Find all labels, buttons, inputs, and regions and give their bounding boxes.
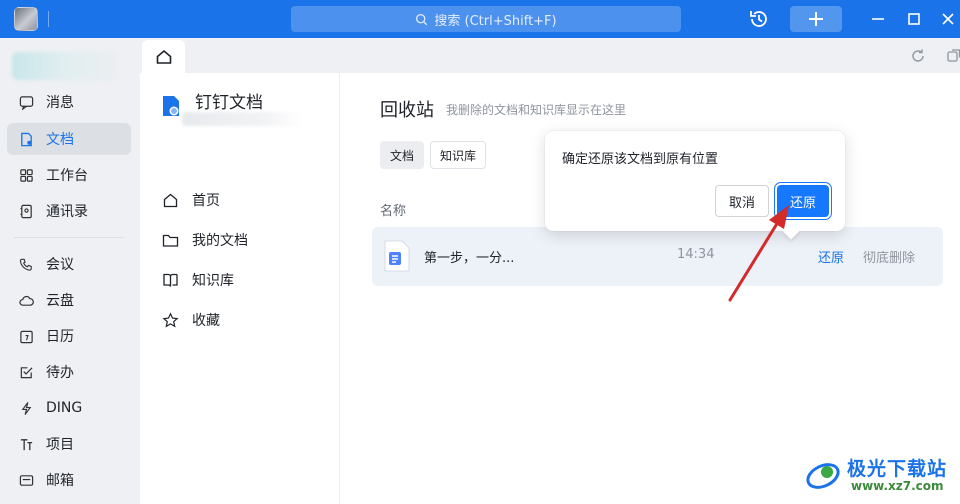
nav-label: 日历 [46, 329, 74, 345]
todo-icon [20, 366, 33, 378]
row-doc-name: 第一步，一分... [424, 251, 515, 266]
content-area: 钉钉文档 首页 我的文档 知识库 收藏 回收站 我删除的文档和知识库显示在这里 … [140, 38, 960, 504]
watermark-logo [806, 463, 840, 489]
close-icon[interactable] [938, 9, 958, 29]
mail-icon [19, 474, 34, 486]
column-header-name: 名称 [380, 204, 407, 219]
page-title: 回收站 [380, 100, 434, 121]
history-icon[interactable] [748, 8, 770, 30]
home-icon [156, 49, 171, 64]
plus-icon [809, 12, 823, 26]
filter-documents[interactable]: 文档 [380, 141, 425, 169]
nav-item-todo[interactable]: 待办 [7, 356, 131, 388]
search-icon [416, 13, 428, 25]
nav-label: 项目 [46, 437, 74, 453]
create-button[interactable] [790, 6, 842, 32]
nav-label: 待办 [46, 365, 74, 381]
title-bar: 搜索 (Ctrl+Shift+F) [0, 0, 960, 38]
nav-item-ding[interactable]: DING [7, 392, 131, 424]
docs-sidebar: 钉钉文档 首页 我的文档 知识库 收藏 [140, 73, 340, 504]
nav-divider [14, 237, 124, 238]
nav-label: 通讯录 [46, 204, 88, 220]
docs-nav-home[interactable]: 首页 [162, 189, 220, 211]
nav-label: 会议 [46, 257, 74, 273]
nav-label: 邮箱 [46, 473, 74, 489]
search-placeholder: 搜索 (Ctrl+Shift+F) [434, 13, 557, 29]
delete-permanently-link[interactable]: 彻底删除 [863, 247, 915, 266]
meeting-icon [19, 258, 32, 271]
workbench-icon [20, 168, 33, 182]
app-logo[interactable] [14, 7, 38, 31]
tab-home[interactable] [142, 40, 185, 73]
search-bar[interactable]: 搜索 (Ctrl+Shift+F) [291, 6, 681, 32]
maximize-icon[interactable] [904, 9, 924, 29]
nav-item-calendar[interactable]: 日历 [7, 320, 131, 352]
cancel-button[interactable]: 取消 [715, 185, 769, 217]
minimize-icon[interactable] [868, 9, 888, 29]
profile-avatar[interactable] [12, 52, 116, 80]
folder-icon [162, 234, 179, 247]
left-nav: 消息 文档 工作台 通讯录 会议 云盘 日历 待办 DING 项目 邮箱 [0, 38, 139, 504]
confirm-restore-button[interactable]: 还原 [777, 185, 829, 217]
divider [48, 11, 49, 27]
docs-nav-label: 知识库 [192, 273, 234, 289]
restore-link[interactable]: 还原 [818, 247, 844, 266]
nav-item-messages[interactable]: 消息 [7, 86, 131, 118]
nav-label: 文档 [46, 132, 74, 148]
nav-item-cloud[interactable]: 云盘 [7, 284, 131, 316]
refresh-icon[interactable] [910, 48, 926, 64]
docs-nav-label: 收藏 [192, 313, 220, 329]
popover-message: 确定还原该文档到原有位置 [562, 152, 719, 167]
filter-knowledge-base[interactable]: 知识库 [430, 141, 487, 169]
nav-item-meeting[interactable]: 会议 [7, 248, 131, 280]
nav-label: 工作台 [46, 168, 88, 184]
docs-logo-icon [163, 96, 179, 116]
book-icon [163, 273, 178, 287]
watermark: 极光下载站 www.xz7.com [805, 452, 955, 496]
nav-label: 消息 [46, 95, 74, 111]
table-row[interactable]: 第一步，一分... 14:34 还原 彻底删除 [372, 227, 943, 286]
tab-strip [140, 38, 960, 73]
cloud-icon [19, 295, 34, 306]
nav-item-project[interactable]: 项目 [7, 428, 131, 460]
docs-org-name [182, 112, 302, 126]
docs-nav-knowledge-base[interactable]: 知识库 [162, 269, 234, 291]
docs-nav-favorites[interactable]: 收藏 [162, 309, 220, 331]
nav-label: DING [46, 400, 83, 416]
ding-icon [21, 401, 32, 415]
home-icon [163, 193, 178, 207]
doc-file-icon [384, 240, 410, 272]
nav-item-contacts[interactable]: 通讯录 [7, 195, 131, 227]
nav-item-workbench[interactable]: 工作台 [7, 159, 131, 191]
star-icon [162, 311, 179, 327]
contacts-icon [20, 204, 32, 218]
document-icon [21, 132, 32, 146]
nav-item-mail[interactable]: 邮箱 [7, 464, 131, 496]
nav-item-documents[interactable]: 文档 [7, 123, 131, 155]
docs-nav-label: 首页 [192, 193, 220, 209]
watermark-url: www.xz7.com [851, 479, 944, 493]
row-time: 14:34 [677, 247, 715, 262]
docs-nav-label: 我的文档 [192, 233, 248, 249]
project-icon [20, 438, 33, 450]
docs-title: 钉钉文档 [195, 93, 263, 113]
restore-confirm-popover: 确定还原该文档到原有位置 取消 还原 [545, 131, 845, 231]
docs-nav-my-docs[interactable]: 我的文档 [162, 229, 248, 251]
calendar-icon [20, 330, 33, 343]
share-icon[interactable] [946, 48, 960, 64]
nav-label: 云盘 [46, 293, 74, 309]
watermark-brand: 极光下载站 [847, 458, 948, 480]
message-icon [19, 95, 34, 110]
page-subtitle: 我删除的文档和知识库显示在这里 [446, 103, 627, 117]
